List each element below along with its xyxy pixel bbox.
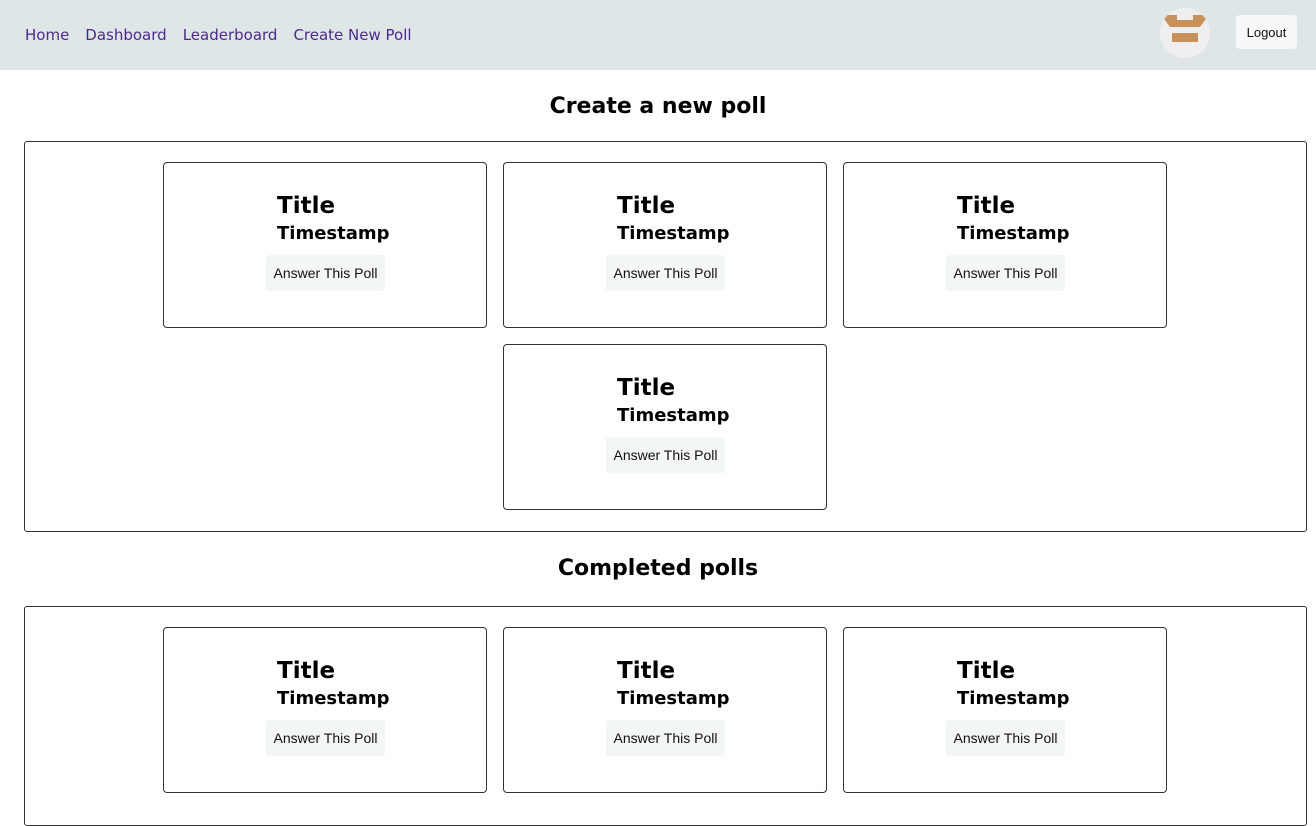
poll-card: Title Timestamp Answer This Poll	[843, 162, 1167, 328]
answer-poll-button[interactable]: Answer This Poll	[606, 255, 725, 291]
new-polls-heading: Create a new poll	[549, 94, 767, 119]
answer-poll-button[interactable]: Answer This Poll	[266, 255, 385, 291]
poll-title: Title	[617, 193, 676, 219]
poll-card: Title Timestamp Answer This Poll	[503, 344, 827, 510]
poll-title: Title	[277, 193, 336, 219]
poll-timestamp: Timestamp	[617, 688, 730, 709]
logout-button[interactable]: Logout	[1236, 15, 1297, 49]
poll-timestamp: Timestamp	[617, 223, 730, 244]
poll-timestamp: Timestamp	[957, 688, 1070, 709]
user-avatar-icon	[1160, 8, 1210, 58]
completed-polls-panel: Title Timestamp Answer This Poll Title T…	[24, 606, 1307, 826]
poll-timestamp: Timestamp	[957, 223, 1070, 244]
nav-link-leaderboard[interactable]: Leaderboard	[183, 26, 278, 44]
nav-link-home[interactable]: Home	[25, 26, 69, 44]
nav-link-dashboard[interactable]: Dashboard	[85, 26, 166, 44]
navbar: Home Dashboard Leaderboard Create New Po…	[0, 0, 1316, 70]
new-polls-panel: Title Timestamp Answer This Poll Title T…	[24, 141, 1307, 532]
poll-timestamp: Timestamp	[617, 405, 730, 426]
completed-polls-heading: Completed polls	[557, 556, 759, 581]
avatar	[1160, 8, 1210, 58]
poll-card: Title Timestamp Answer This Poll	[503, 162, 827, 328]
answer-poll-button[interactable]: Answer This Poll	[606, 720, 725, 756]
poll-title: Title	[957, 193, 1016, 219]
poll-card: Title Timestamp Answer This Poll	[163, 162, 487, 328]
poll-title: Title	[617, 658, 676, 684]
answer-poll-button[interactable]: Answer This Poll	[606, 437, 725, 473]
poll-card: Title Timestamp Answer This Poll	[843, 627, 1167, 793]
answer-poll-button[interactable]: Answer This Poll	[946, 255, 1065, 291]
poll-title: Title	[957, 658, 1016, 684]
poll-card: Title Timestamp Answer This Poll	[163, 627, 487, 793]
answer-poll-button[interactable]: Answer This Poll	[266, 720, 385, 756]
poll-timestamp: Timestamp	[277, 688, 390, 709]
poll-title: Title	[277, 658, 336, 684]
poll-card: Title Timestamp Answer This Poll	[503, 627, 827, 793]
answer-poll-button[interactable]: Answer This Poll	[946, 720, 1065, 756]
poll-title: Title	[617, 375, 676, 401]
poll-timestamp: Timestamp	[277, 223, 390, 244]
nav-link-create-new-poll[interactable]: Create New Poll	[293, 26, 411, 44]
